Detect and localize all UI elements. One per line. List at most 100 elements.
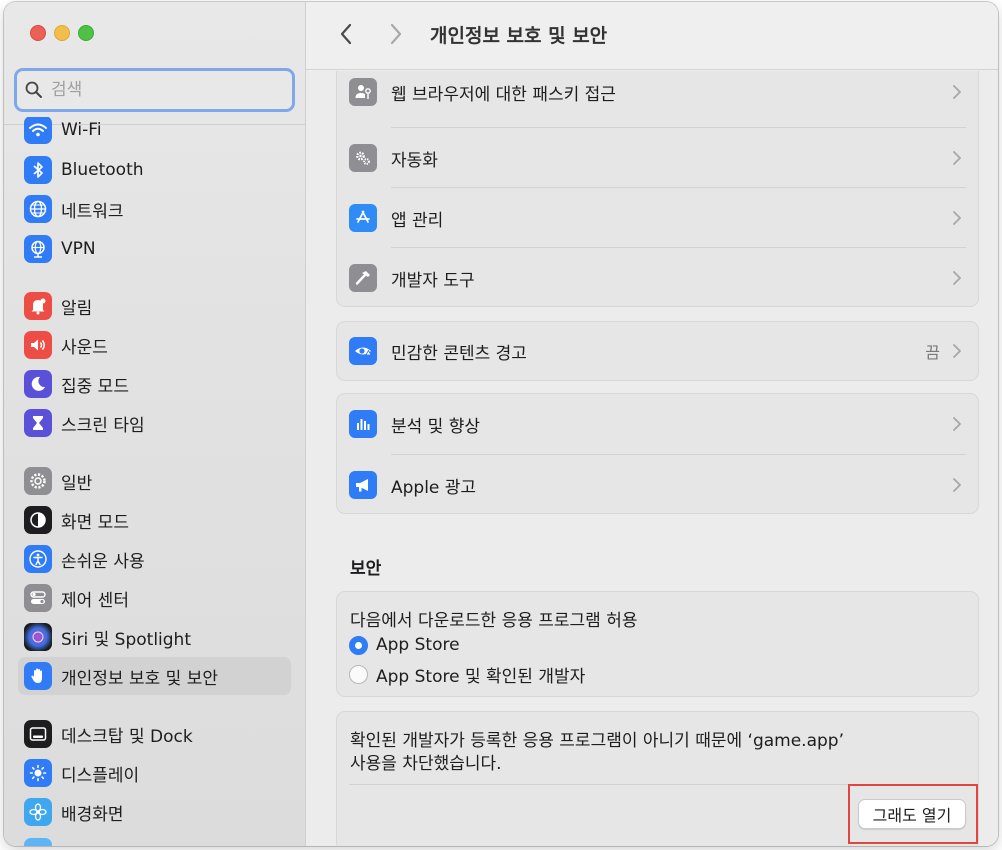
- apple-ads-row[interactable]: Apple 광고: [349, 455, 966, 515]
- flower-icon: [24, 798, 52, 826]
- sensitive-content-label: 민감한 콘텐츠 경고: [391, 343, 527, 364]
- window-controls: [30, 25, 94, 41]
- appearance-icon: [24, 506, 52, 534]
- developer-tools-row[interactable]: 개발자 도구: [349, 248, 966, 308]
- radio-button-selected[interactable]: [349, 635, 368, 655]
- system-settings-window: Wi-Fi Bluetooth 네트워크 VPN: [4, 2, 998, 846]
- sidebar-item-clipped[interactable]: [18, 833, 291, 846]
- sidebar-item-vpn[interactable]: VPN: [18, 230, 291, 268]
- sidebar-item-general[interactable]: 일반: [18, 462, 291, 500]
- sun-icon: [24, 759, 52, 787]
- dock-icon: [24, 720, 52, 748]
- sidebar-item-label: 데스크탑 및 Dock: [61, 726, 193, 747]
- passkey-icon: [349, 78, 377, 106]
- forward-button[interactable]: [382, 20, 410, 48]
- sidebar-item-label: 화면 모드: [61, 512, 129, 533]
- blocked-app-message-line2: 사용을 차단했습니다.: [350, 754, 502, 774]
- chevron-right-icon: [953, 417, 961, 431]
- sidebar-item-label: 디스플레이: [61, 765, 140, 786]
- page-title: 개인정보 보호 및 보안: [430, 25, 608, 47]
- main-pane: 개인정보 보호 및 보안 웹 브라우저에 대한 패스키 접근 자동화 앱 관리 …: [306, 2, 998, 846]
- moon-icon: [24, 370, 52, 398]
- chevron-right-icon: [953, 85, 961, 99]
- control-center-icon: [24, 584, 52, 612]
- passkey-access-label: 웹 브라우저에 대한 패스키 접근: [391, 84, 616, 105]
- sidebar-item-notifications[interactable]: 알림: [18, 287, 291, 325]
- settings-content: 웹 브라우저에 대한 패스키 접근 자동화 앱 관리 개발자 도구 민감한 콘텐…: [306, 71, 998, 846]
- hand-icon: [24, 662, 52, 690]
- sidebar-item-privacy-security[interactable]: 개인정보 보호 및 보안: [18, 657, 291, 695]
- chevron-right-icon: [953, 211, 961, 225]
- globe-icon: [24, 195, 52, 223]
- sidebar-item-label: Bluetooth: [61, 160, 144, 180]
- close-window-button[interactable]: [30, 25, 46, 41]
- hourglass-icon: [24, 409, 52, 437]
- chevron-right-icon: [953, 344, 961, 358]
- radio-app-store-identified-label: App Store 및 확인된 개발자: [376, 667, 586, 687]
- chevron-right-icon: [953, 271, 961, 285]
- sidebar-item-label: 알림: [61, 298, 93, 319]
- sidebar-item-displays[interactable]: 디스플레이: [18, 754, 291, 792]
- chevron-right-icon: [390, 23, 402, 45]
- sidebar-item-label: 네트워크: [61, 201, 124, 222]
- blocked-app-message-line1: 확인된 개발자가 등록한 응용 프로그램이 아니기 때문에 ‘game.app’: [350, 731, 844, 751]
- sidebar-item-appearance[interactable]: 화면 모드: [18, 501, 291, 539]
- vpn-globe-icon: [24, 235, 52, 263]
- analytics-icon: [349, 410, 377, 438]
- sidebar-item-label: 손쉬운 사용: [61, 551, 145, 572]
- sidebar-item-wallpaper[interactable]: 배경화면: [18, 793, 291, 831]
- gear-icon: [24, 467, 52, 495]
- sidebar-item-sound[interactable]: 사운드: [18, 326, 291, 364]
- sidebar-item-control-center[interactable]: 제어 센터: [18, 579, 291, 617]
- sidebar-item-focus[interactable]: 집중 모드: [18, 365, 291, 403]
- sidebar-item-screen-time[interactable]: 스크린 타임: [18, 404, 291, 442]
- radio-app-store-and-identified[interactable]: App Store 및 확인된 개발자: [349, 662, 585, 687]
- back-button[interactable]: [332, 20, 360, 48]
- search-field[interactable]: [14, 68, 295, 112]
- radio-app-store[interactable]: App Store: [349, 635, 460, 655]
- sensitive-content-status: 끔: [925, 343, 940, 362]
- eye-warning-icon: [349, 337, 377, 365]
- zoom-window-button[interactable]: [78, 25, 94, 41]
- sidebar-item-wifi[interactable]: Wi-Fi: [18, 117, 291, 149]
- bluetooth-icon: [24, 156, 52, 184]
- sidebar-item-label: 배경화면: [61, 804, 124, 825]
- automation-row[interactable]: 자동화: [349, 128, 966, 188]
- search-icon: [25, 81, 42, 98]
- sidebar-item-desktop-dock[interactable]: 데스크탑 및 Dock: [18, 715, 291, 753]
- sensitive-content-group: 민감한 콘텐츠 경고 끔: [336, 321, 979, 381]
- sensitive-content-warning-row[interactable]: 민감한 콘텐츠 경고 끔: [349, 322, 966, 380]
- toolbar: 개인정보 보호 및 보안: [306, 2, 998, 70]
- minimize-window-button[interactable]: [54, 25, 70, 41]
- sidebar-item-label: 스크린 타임: [61, 415, 145, 436]
- accessibility-icon: [24, 545, 52, 573]
- chevron-right-icon: [953, 151, 961, 165]
- hammer-icon: [349, 264, 377, 292]
- sidebar-item-label: 개인정보 보호 및 보안: [61, 668, 218, 689]
- sidebar-item-siri-spotlight[interactable]: Siri 및 Spotlight: [18, 618, 291, 656]
- allow-apps-group: 다음에서 다운로드한 응용 프로그램 허용 App Store App Stor…: [336, 591, 979, 697]
- highlight-annotation: [848, 784, 978, 844]
- megaphone-icon: [349, 471, 377, 499]
- sidebar-item-label: 일반: [61, 473, 93, 494]
- developer-tools-label: 개발자 도구: [391, 270, 475, 291]
- app-management-label: 앱 관리: [391, 210, 444, 231]
- chevron-right-icon: [953, 478, 961, 492]
- app-management-row[interactable]: 앱 관리: [349, 188, 966, 248]
- speaker-icon: [24, 331, 52, 359]
- analytics-row[interactable]: 분석 및 향상: [349, 394, 966, 454]
- sidebar-item-network[interactable]: 네트워크: [18, 190, 291, 228]
- radio-button[interactable]: [349, 665, 368, 684]
- sidebar-list: Wi-Fi Bluetooth 네트워크 VPN 알림 사운드 집중 모드 스크…: [4, 117, 306, 846]
- search-input[interactable]: [51, 80, 271, 100]
- radio-app-store-label: App Store: [376, 635, 460, 655]
- passkey-access-row[interactable]: 웹 브라우저에 대한 패스키 접근: [349, 71, 966, 122]
- chevron-left-icon: [340, 23, 352, 45]
- sidebar-item-label: 사운드: [61, 337, 108, 358]
- sidebar-item-bluetooth[interactable]: Bluetooth: [18, 151, 291, 189]
- sidebar-item-label: Siri 및 Spotlight: [61, 629, 191, 650]
- sidebar-item-label: Wi-Fi: [61, 120, 102, 140]
- sidebar-item-label: VPN: [61, 239, 96, 259]
- sidebar-item-accessibility[interactable]: 손쉬운 사용: [18, 540, 291, 578]
- sidebar: Wi-Fi Bluetooth 네트워크 VPN: [4, 2, 306, 846]
